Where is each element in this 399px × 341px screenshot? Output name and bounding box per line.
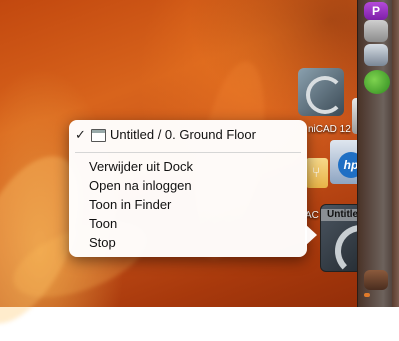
archicad-logo-icon bbox=[306, 76, 344, 114]
checkmark-icon: ✓ bbox=[75, 127, 86, 142]
generic-app-icon[interactable] bbox=[364, 270, 388, 290]
messenger-icon[interactable] bbox=[364, 70, 390, 94]
menu-item-quit[interactable]: Stop bbox=[89, 234, 116, 252]
menu-item-show-in-finder[interactable]: Toon in Finder bbox=[89, 196, 171, 214]
dock-context-menu: ✓ Untitled / 0. Ground Floor Verwijder u… bbox=[69, 120, 307, 257]
dock-edge bbox=[392, 0, 399, 307]
menu-separator bbox=[75, 152, 301, 153]
archicad-app-label: niCAD 12 bbox=[308, 124, 351, 135]
archicad-window-thumbnail[interactable] bbox=[298, 68, 344, 116]
usb-icon[interactable]: ⑂ bbox=[306, 158, 328, 188]
menu-item-window[interactable]: ✓ Untitled / 0. Ground Floor bbox=[75, 126, 301, 144]
running-indicator bbox=[364, 293, 370, 297]
menu-pointer-arrow bbox=[305, 224, 317, 246]
menu-item-remove-from-dock[interactable]: Verwijder uit Dock bbox=[89, 158, 193, 176]
preferences-icon[interactable] bbox=[364, 44, 388, 66]
menu-item-open-at-login[interactable]: Open na inloggen bbox=[89, 177, 192, 195]
ac-label-fragment: AC bbox=[305, 210, 319, 221]
window-icon bbox=[91, 129, 106, 142]
menu-window-title: Untitled / 0. Ground Floor bbox=[110, 127, 256, 142]
menu-item-show[interactable]: Toon bbox=[89, 215, 117, 233]
podcast-app-icon[interactable]: P bbox=[364, 2, 388, 20]
script-editor-icon[interactable] bbox=[364, 20, 388, 42]
